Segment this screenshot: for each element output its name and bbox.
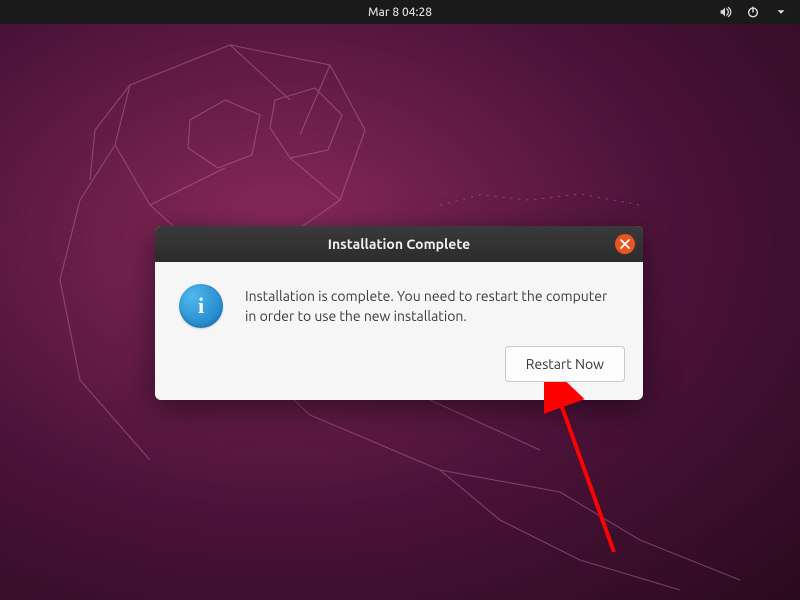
desktop-background: Mar 8 04:28 Installation Complete i (0, 0, 800, 600)
info-glyph: i (198, 293, 204, 319)
close-button[interactable] (615, 234, 635, 254)
dialog-actions: Restart Now (155, 346, 643, 400)
close-icon (620, 239, 630, 249)
top-menu-bar: Mar 8 04:28 (0, 0, 800, 24)
info-icon: i (179, 284, 223, 328)
system-tray[interactable] (718, 5, 788, 19)
chevron-down-icon[interactable] (774, 5, 788, 19)
datetime-label: Mar 8 04:28 (368, 6, 432, 19)
dialog-message: Installation is complete. You need to re… (245, 284, 619, 327)
power-icon[interactable] (746, 5, 760, 19)
clock[interactable]: Mar 8 04:28 (368, 6, 432, 19)
dialog-body: i Installation is complete. You need to … (155, 262, 643, 346)
restart-now-button[interactable]: Restart Now (505, 346, 625, 382)
installation-complete-dialog: Installation Complete i Installation is … (155, 226, 643, 400)
dialog-title: Installation Complete (328, 236, 470, 252)
volume-icon[interactable] (718, 5, 732, 19)
dialog-titlebar[interactable]: Installation Complete (155, 226, 643, 262)
